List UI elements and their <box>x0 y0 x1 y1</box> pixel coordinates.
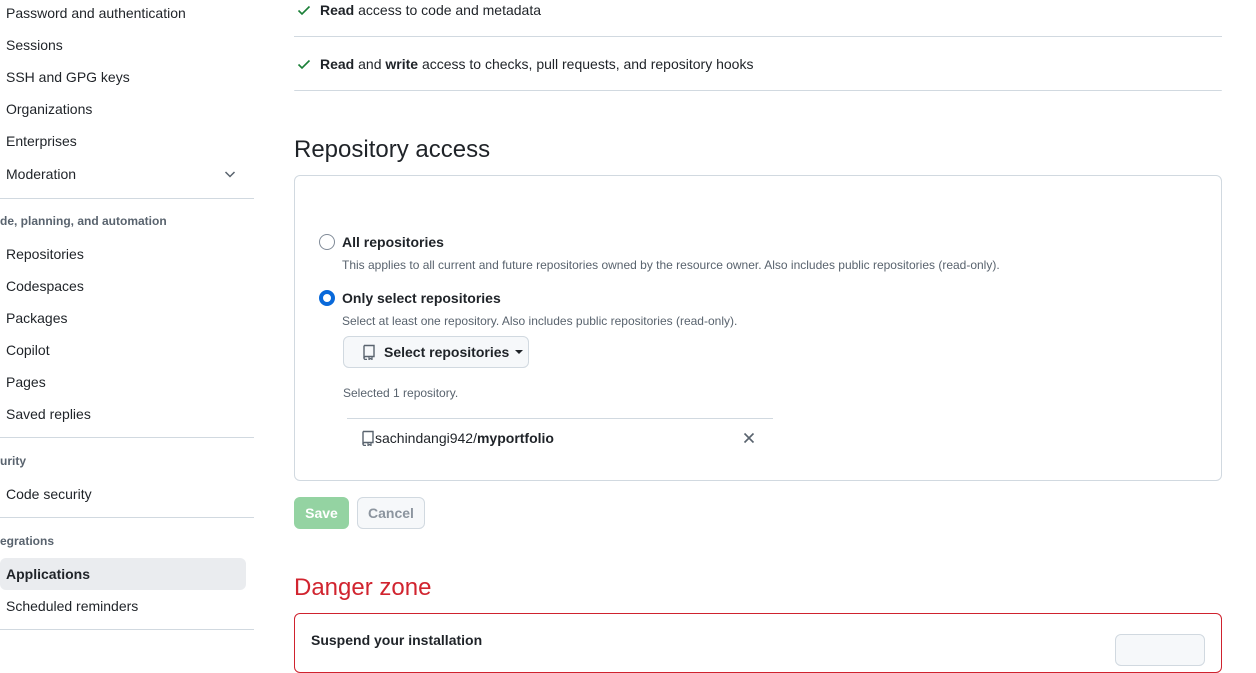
sidebar-item-pages[interactable]: Pages <box>0 366 246 398</box>
selected-repository-name: myportfolio <box>476 430 554 446</box>
radio-only-select-repositories[interactable] <box>319 290 335 306</box>
permission-row-read-code: Read access to code and metadata <box>294 0 1222 37</box>
save-button[interactable]: Save <box>294 497 349 529</box>
sidebar-item-packages[interactable]: Packages <box>0 302 246 334</box>
sidebar-heading-code-planning-automation: de, planning, and automation <box>0 214 167 228</box>
sidebar-item-codespaces[interactable]: Codespaces <box>0 270 246 302</box>
sidebar-heading-integrations: egrations <box>0 534 55 548</box>
selected-repository-item: sachindangi942/myportfolio <box>361 428 759 448</box>
sidebar-item-code-security[interactable]: Code security <box>0 478 246 510</box>
selected-repository-owner: sachindangi942/ <box>375 430 477 446</box>
sidebar-divider <box>0 198 254 199</box>
radio-only-select-repositories-note: Select at least one repository. Also inc… <box>342 314 738 328</box>
check-icon <box>297 5 311 16</box>
suspend-button[interactable] <box>1115 634 1205 666</box>
radio-only-select-repositories-label[interactable]: Only select repositories <box>342 290 501 306</box>
main-content: Read access to code and metadata Read an… <box>294 0 1222 673</box>
sidebar-item-organizations[interactable]: Organizations <box>0 93 246 125</box>
sidebar-item-applications[interactable]: Applications <box>0 558 246 590</box>
chevron-down-icon <box>224 171 236 178</box>
suspend-installation-title: Suspend your installation <box>311 632 483 648</box>
caret-down-icon <box>515 350 524 354</box>
repo-icon <box>363 344 375 360</box>
repository-access-box: All repositories This applies to all cur… <box>294 175 1222 481</box>
select-repositories-button[interactable]: Select repositories <box>343 336 529 368</box>
remove-repository-x-icon[interactable] <box>741 430 757 446</box>
selected-list-divider <box>347 418 773 419</box>
sidebar-item-saved-replies[interactable]: Saved replies <box>0 398 246 430</box>
check-icon <box>297 59 311 70</box>
settings-sidebar: Password and authentication Sessions SSH… <box>0 0 256 644</box>
sidebar-item-repositories[interactable]: Repositories <box>0 238 246 270</box>
radio-all-repositories-note: This applies to all current and future r… <box>342 258 1000 272</box>
sidebar-divider <box>0 517 254 518</box>
radio-all-repositories-label[interactable]: All repositories <box>342 234 444 250</box>
permission-row-checks-prs-hooks: Read and write access to checks, pull re… <box>294 37 1222 91</box>
repository-access-title: Repository access <box>294 136 491 163</box>
radio-all-repositories[interactable] <box>319 234 335 250</box>
sidebar-heading-security: urity <box>0 454 27 468</box>
cancel-button[interactable]: Cancel <box>357 497 425 529</box>
repo-icon <box>362 430 374 446</box>
sidebar-item-password-authentication[interactable]: Password and authentication <box>0 0 246 29</box>
selected-repositories-count: Selected 1 repository. <box>343 386 459 400</box>
sidebar-divider <box>0 629 254 630</box>
sidebar-divider <box>0 437 254 438</box>
sidebar-item-moderation[interactable]: Moderation <box>0 158 246 190</box>
sidebar-item-enterprises[interactable]: Enterprises <box>0 125 246 157</box>
sidebar-item-scheduled-reminders[interactable]: Scheduled reminders <box>0 590 246 622</box>
danger-zone-box: Suspend your installation <box>294 613 1222 673</box>
danger-zone-title: Danger zone <box>294 574 432 601</box>
permissions-box-border <box>294 90 1222 91</box>
sidebar-item-ssh-gpg-keys[interactable]: SSH and GPG keys <box>0 61 246 93</box>
sidebar-item-copilot[interactable]: Copilot <box>0 334 246 366</box>
sidebar-item-sessions[interactable]: Sessions <box>0 29 246 61</box>
